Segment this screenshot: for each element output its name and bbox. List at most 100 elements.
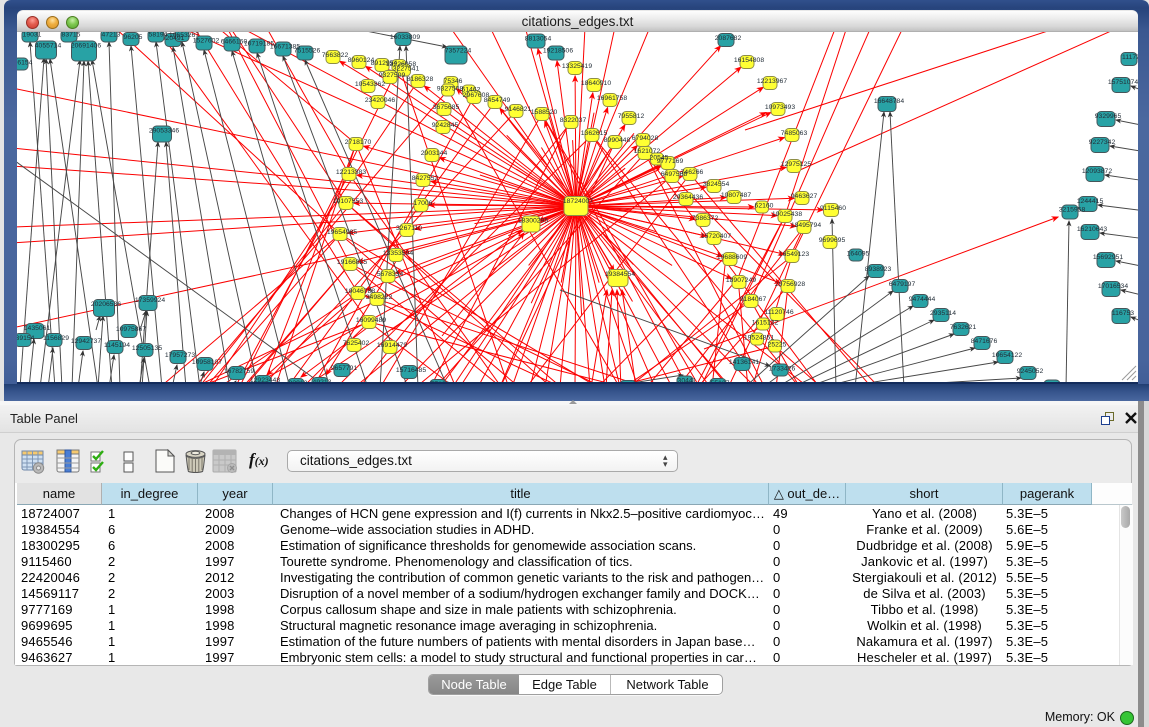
svg-text:17006: 17006: [414, 200, 433, 207]
svg-text:20756928: 20756928: [775, 281, 805, 288]
svg-text:3267110: 3267110: [396, 225, 422, 232]
svg-text:8990448: 8990448: [604, 137, 631, 144]
svg-text:9245052: 9245052: [1017, 368, 1044, 375]
svg-text:14136141: 14136141: [729, 359, 759, 366]
svg-text:13325419: 13325419: [562, 63, 592, 70]
svg-text:16961758: 16961758: [597, 95, 627, 102]
svg-text:1145194: 1145194: [104, 342, 130, 349]
svg-text:6794028: 6794028: [632, 135, 659, 142]
svg-text:15751074: 15751074: [1108, 79, 1138, 86]
svg-text:12505135: 12505135: [132, 345, 162, 352]
svg-text:2935114: 2935114: [930, 310, 956, 317]
svg-text:9329965: 9329965: [1095, 113, 1122, 120]
svg-text:8454749: 8454749: [484, 97, 511, 104]
svg-text:16914479: 16914479: [377, 342, 407, 349]
svg-text:15716485: 15716485: [396, 367, 426, 374]
svg-text:8186328: 8186328: [407, 76, 434, 83]
svg-text:18640910: 18640910: [581, 80, 611, 87]
svg-text:9657791: 9657791: [331, 365, 358, 372]
svg-text:10973493: 10973493: [765, 104, 795, 111]
svg-text:1615132: 1615132: [752, 320, 779, 327]
svg-text:16648784: 16648784: [874, 98, 904, 105]
svg-text:7386372: 7386372: [692, 215, 719, 222]
svg-text:18300295: 18300295: [518, 218, 548, 225]
svg-text:19384554: 19384554: [605, 271, 635, 278]
svg-text:9777169: 9777169: [657, 158, 684, 165]
svg-text:19166825: 19166825: [337, 259, 367, 266]
svg-text:3215958: 3215958: [1059, 207, 1086, 214]
svg-text:164095: 164095: [847, 251, 870, 258]
svg-text:16210643: 16210643: [1077, 226, 1107, 233]
svg-text:5678334: 5678334: [377, 271, 404, 278]
svg-text:47213: 47213: [102, 32, 121, 39]
svg-text:8938923: 8938923: [865, 266, 892, 273]
svg-text:19218506: 19218506: [543, 48, 573, 55]
svg-text:11172: 11172: [1122, 54, 1138, 61]
svg-text:19654985: 19654985: [327, 229, 357, 236]
svg-text:9474444: 9474444: [909, 296, 936, 303]
svg-text:23420046: 23420046: [365, 97, 395, 104]
svg-text:2087682: 2087682: [715, 35, 742, 42]
svg-text:116753: 116753: [1112, 310, 1134, 317]
svg-text:7357224: 7357224: [445, 48, 472, 55]
svg-text:8813054: 8813054: [525, 36, 552, 43]
svg-text:11120746: 11120746: [764, 309, 793, 316]
svg-text:4055714: 4055714: [35, 43, 62, 50]
svg-text:20206536: 20206536: [91, 301, 121, 308]
svg-text:3824554: 3824554: [703, 181, 730, 188]
svg-text:1527602: 1527602: [193, 38, 220, 45]
svg-text:16033809: 16033809: [390, 34, 420, 41]
svg-text:9242845: 9242845: [432, 122, 459, 129]
svg-text:25225: 25225: [768, 342, 787, 349]
svg-text:746266: 746266: [681, 169, 704, 176]
svg-text:1588520: 1588520: [531, 109, 558, 116]
svg-text:9184067: 9184067: [740, 296, 767, 303]
svg-text:10807487: 10807487: [721, 192, 751, 199]
svg-text:1244415: 1244415: [1077, 198, 1104, 205]
svg-text:12975125: 12975125: [781, 161, 811, 168]
svg-text:9227342: 9227342: [1089, 139, 1116, 146]
svg-text:1435061: 1435061: [24, 325, 51, 332]
svg-text:10543362: 10543362: [355, 81, 385, 88]
svg-text:8471676: 8471676: [971, 338, 998, 345]
svg-text:15720407: 15720407: [701, 233, 731, 240]
svg-text:18724007: 18724007: [563, 198, 593, 205]
svg-text:96205: 96205: [124, 34, 143, 41]
svg-text:1156829: 1156829: [43, 335, 69, 342]
svg-text:2718170: 2718170: [345, 139, 372, 146]
svg-text:17957273: 17957273: [165, 352, 195, 359]
svg-text:18495794: 18495794: [791, 222, 821, 229]
svg-text:12213383: 12213383: [336, 169, 366, 176]
svg-text:7955812: 7955812: [618, 113, 645, 120]
svg-text:62160: 62160: [755, 203, 774, 210]
svg-text:7515526: 7515526: [294, 48, 321, 55]
svg-text:9327508: 9327508: [437, 86, 464, 93]
svg-text:9699695: 9699695: [819, 237, 846, 244]
svg-text:9115460: 9115460: [820, 205, 846, 212]
svg-text:9463627: 9463627: [791, 193, 818, 200]
svg-text:83715: 83715: [62, 32, 81, 39]
svg-text:7625402: 7625402: [343, 340, 370, 347]
svg-text:8427552: 8427552: [412, 175, 439, 182]
svg-text:39154: 39154: [17, 335, 35, 342]
svg-text:16099489: 16099489: [356, 317, 386, 324]
svg-text:75346: 75346: [444, 78, 463, 85]
svg-text:10654122: 10654122: [992, 352, 1022, 359]
svg-text:10107553: 10107553: [333, 198, 363, 205]
svg-text:9327509: 9327509: [379, 72, 406, 79]
svg-text:3675685: 3675685: [433, 104, 460, 111]
svg-text:20364436: 20364436: [673, 194, 703, 201]
svg-text:16549123: 16549123: [779, 251, 809, 258]
svg-text:10688609: 10688609: [717, 254, 747, 261]
svg-text:12093872: 12093872: [1082, 168, 1112, 175]
svg-text:16782759: 16782759: [224, 368, 254, 375]
svg-text:10958107: 10958107: [192, 359, 222, 366]
svg-text:19031: 19031: [23, 32, 42, 39]
svg-text:1362615: 1362615: [581, 130, 608, 137]
svg-text:7632621: 7632621: [950, 324, 977, 331]
svg-text:2903144: 2903144: [421, 150, 448, 157]
svg-text:13353594: 13353594: [383, 250, 413, 257]
svg-text:17359924: 17359924: [135, 297, 165, 304]
svg-text:15692951: 15692951: [1093, 254, 1123, 261]
svg-text:10975867: 10975867: [116, 326, 146, 333]
